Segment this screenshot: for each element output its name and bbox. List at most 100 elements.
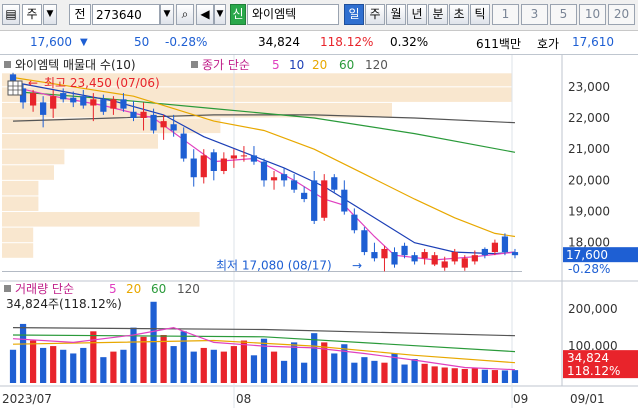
volume-bar-15 [160, 335, 167, 383]
candle-body [461, 258, 468, 268]
candle-body [230, 155, 237, 159]
interval-button-1[interactable]: 1 [492, 4, 519, 25]
volume-bar-11 [120, 349, 127, 383]
code-input-box[interactable] [92, 4, 160, 25]
price-tick-label: 23,000 [568, 80, 610, 94]
candle-body [341, 189, 348, 212]
interval-button-3[interactable]: 3 [521, 4, 548, 25]
interval-button-10[interactable]: 10 [579, 4, 606, 25]
code-dropdown-icon[interactable]: ▼ [160, 4, 174, 25]
candle-body [431, 255, 438, 265]
volume-bar-14 [150, 301, 157, 383]
menu-dropdown-icon[interactable]: ▼ [43, 4, 57, 25]
menu-select[interactable]: 주 [22, 4, 42, 25]
candle-body [501, 236, 509, 253]
volume-bar-39 [401, 364, 408, 383]
chart-area[interactable]: 23,000 22,000 21,000 20,000 19,000 18,000 200,… [0, 55, 638, 408]
price-tick-label: 22,000 [568, 111, 610, 125]
toolbar: ▤ 주 ▼ 전 ▼ ⌕ ◀ ▼ 신 와이엠텍 일주월년분초틱 1351020 [0, 0, 638, 31]
volume-subtitle: 34,824주(118.12%) [6, 297, 122, 311]
volume-bar-8 [90, 331, 97, 383]
period-tab-6[interactable]: 틱 [470, 4, 490, 25]
trade-amount: 611백만 [476, 37, 521, 51]
candle-body [361, 230, 368, 253]
volume-value: 34,824 [258, 35, 300, 49]
ma-legend-period-5: 5 [272, 58, 280, 72]
candle-31 [321, 174, 328, 221]
volume-bar-18 [190, 351, 197, 383]
volume-bar-27 [280, 360, 288, 383]
period-tab-4[interactable]: 분 [428, 4, 448, 25]
period-tab-0[interactable]: 일 [344, 4, 364, 25]
period-tab-3[interactable]: 년 [407, 4, 427, 25]
code-input[interactable] [93, 5, 159, 24]
stock-name-field: 와이엠텍 [247, 4, 339, 25]
speaker-icon[interactable]: ◀ [196, 4, 214, 25]
chart-settings-icon[interactable]: ▤ [2, 4, 20, 25]
candle-body [471, 255, 478, 262]
type-select[interactable]: 전 [69, 4, 91, 25]
period-tab-2[interactable]: 월 [386, 4, 406, 25]
candle-body [190, 158, 197, 178]
search-icon[interactable]: ⌕ [176, 4, 194, 25]
candle-body [311, 180, 318, 221]
speaker-dropdown-icon[interactable]: ▼ [214, 4, 226, 25]
price-legend-title: 와이엠텍 매물대 수(10) [15, 58, 136, 72]
legend-square-icon [4, 61, 11, 68]
candle-body [150, 114, 157, 131]
current-volume-label: 34,824 [567, 351, 609, 365]
chart-svg[interactable]: 23,00022,00021,00020,00019,00018,000200,… [0, 55, 638, 408]
table-icon[interactable] [7, 80, 23, 96]
current-volume-ratio: 118.12% [567, 364, 620, 378]
candle-body [331, 177, 338, 190]
volume-bar-3 [40, 347, 47, 383]
volume-legend-square-icon [4, 285, 11, 292]
ma-legend-square-icon [191, 61, 198, 68]
candle-body [371, 252, 378, 259]
candle-body [100, 99, 107, 112]
candle-35 [361, 227, 368, 256]
supply-zone-6 [2, 165, 54, 180]
current-price-tag-label: 17,600 [566, 248, 608, 262]
volume-bar-13 [140, 336, 147, 383]
current-change-label: -0.28% [568, 262, 610, 276]
new-listing-badge: 신 [230, 4, 246, 25]
candle-body [140, 111, 147, 118]
quote-label: 호가 [537, 37, 560, 51]
candle-body [421, 252, 428, 259]
candle-body [291, 180, 298, 190]
volume-bar-45 [461, 368, 468, 383]
volume-ma-period-120: 120 [177, 282, 200, 296]
interval-button-20[interactable]: 20 [608, 4, 635, 25]
price-tick-label: 20,000 [568, 173, 610, 187]
volume-bar-23 [240, 340, 248, 383]
period-tab-5[interactable]: 초 [449, 4, 469, 25]
candle-body [491, 242, 499, 253]
candle-body [280, 174, 288, 181]
candle-body [50, 96, 57, 109]
candle-body [170, 124, 177, 131]
volume-bar-34 [351, 362, 358, 383]
period-tab-1[interactable]: 주 [365, 4, 385, 25]
volume-bar-2 [29, 340, 37, 383]
supply-zone-9 [2, 212, 200, 227]
volume-bar-47 [481, 369, 488, 383]
volume-bar-22 [230, 346, 237, 383]
candle-body [40, 102, 47, 115]
volume-ma-period-60: 60 [151, 282, 166, 296]
volume-bar-16 [170, 346, 177, 383]
candle-body [511, 252, 519, 256]
interval-button-5[interactable]: 5 [550, 4, 577, 25]
candle-body [451, 252, 458, 262]
candle-body [301, 192, 308, 200]
candle-body [381, 248, 388, 259]
ma-legend-period-120: 120 [365, 58, 388, 72]
ma-legend-period-60: 60 [339, 58, 354, 72]
volume-bar-49 [501, 370, 509, 383]
volume-legend-title: 거래량 단순 [15, 282, 74, 296]
price-tick-label: 21,000 [568, 142, 610, 156]
volume-bar-42 [431, 366, 438, 383]
volume-bar-43 [441, 367, 448, 383]
volume-bar-37 [381, 362, 388, 383]
x-label-aug: 08 [236, 392, 251, 406]
